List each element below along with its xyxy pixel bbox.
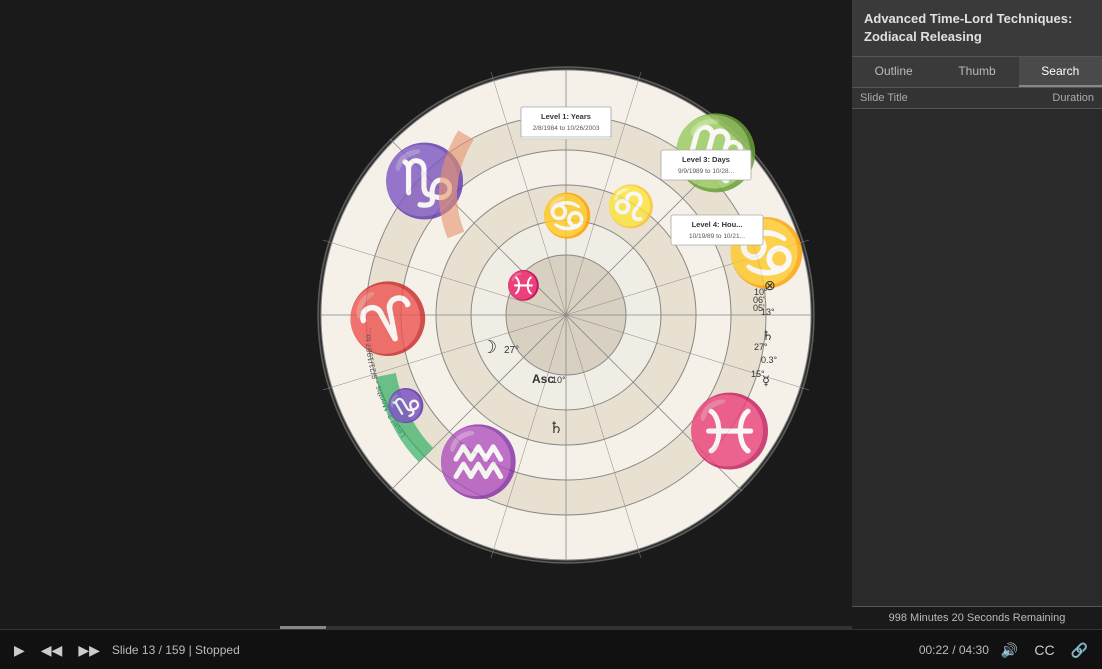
svg-text:Level 4: Hou...: Level 4: Hou... — [692, 220, 743, 229]
zodiac-chart: ♍ ♋ ♓ ♒ ♈ ♑ ♋ ♌ ♓ 13° 10° 06' — [306, 55, 826, 575]
svg-text:05': 05' — [753, 303, 765, 313]
svg-text:9/9/1989 to 10/28...: 9/9/1989 to 10/28... — [678, 168, 734, 175]
svg-text:♓: ♓ — [686, 391, 773, 471]
col-duration-label: Duration — [1034, 92, 1094, 104]
svg-text:♌: ♌ — [606, 183, 656, 229]
panel-tabs[interactable]: Outline Thumb Search — [852, 57, 1102, 88]
svg-text:27°: 27° — [754, 342, 768, 352]
svg-text:♒: ♒ — [436, 423, 521, 500]
svg-text:⊗: ⊗ — [764, 279, 776, 294]
svg-text:♄: ♄ — [549, 420, 563, 437]
svg-text:Level 1: Years: Level 1: Years — [541, 112, 591, 121]
right-panel: Advanced Time-Lord Techniques: Zodiacal … — [852, 0, 1102, 629]
volume-button[interactable]: 🔊 — [997, 641, 1022, 659]
slide-list — [852, 109, 1102, 606]
tab-search[interactable]: Search — [1019, 57, 1102, 87]
control-bar: ▶ ◀◀ ▶▶ Slide 13 / 159 | Stopped 00:22 /… — [0, 629, 1102, 669]
svg-text:10°: 10° — [552, 375, 566, 385]
remaining-time: 998 Minutes 20 Seconds Remaining — [852, 606, 1102, 629]
cc-button[interactable]: CC — [1030, 641, 1058, 659]
panel-title: Advanced Time-Lord Techniques: Zodiacal … — [852, 0, 1102, 57]
svg-text:2/8/1984 to 10/26/2003: 2/8/1984 to 10/26/2003 — [533, 125, 600, 132]
prev-button[interactable]: ◀◀ — [37, 641, 67, 659]
left-timeline-panel — [0, 0, 280, 629]
chart-panel: ♍ ♋ ♓ ♒ ♈ ♑ ♋ ♌ ♓ 13° 10° 06' — [280, 0, 852, 629]
svg-text:♋: ♋ — [541, 191, 593, 240]
tab-outline[interactable]: Outline — [852, 57, 935, 87]
next-button[interactable]: ▶▶ — [74, 641, 104, 659]
svg-text:Level 3: Days: Level 3: Days — [682, 155, 730, 164]
col-title-label: Slide Title — [860, 92, 1034, 104]
slide-list-header: Slide Title Duration — [852, 88, 1102, 109]
svg-text:Asc: Asc — [532, 372, 554, 386]
svg-text:♄: ♄ — [762, 328, 774, 343]
svg-text:10/19/89 to 10/21...: 10/19/89 to 10/21... — [689, 233, 745, 240]
svg-text:☿: ☿ — [762, 373, 770, 388]
svg-text:☽: ☽ — [481, 337, 497, 357]
play-button[interactable]: ▶ — [10, 641, 29, 659]
tab-thumb[interactable]: Thumb — [935, 57, 1018, 87]
svg-text:27°: 27° — [504, 345, 519, 356]
slide-info: Slide 13 / 159 | Stopped — [112, 643, 911, 657]
progress-fill — [280, 626, 326, 629]
link-button[interactable]: 🔗 — [1067, 641, 1092, 659]
progress-bar — [280, 626, 852, 629]
svg-text:0.3°: 0.3° — [761, 355, 778, 365]
time-info: 00:22 / 04:30 — [919, 643, 989, 657]
svg-text:♓: ♓ — [506, 269, 541, 302]
chart-svg: ♍ ♋ ♓ ♒ ♈ ♑ ♋ ♌ ♓ 13° 10° 06' — [306, 55, 826, 575]
